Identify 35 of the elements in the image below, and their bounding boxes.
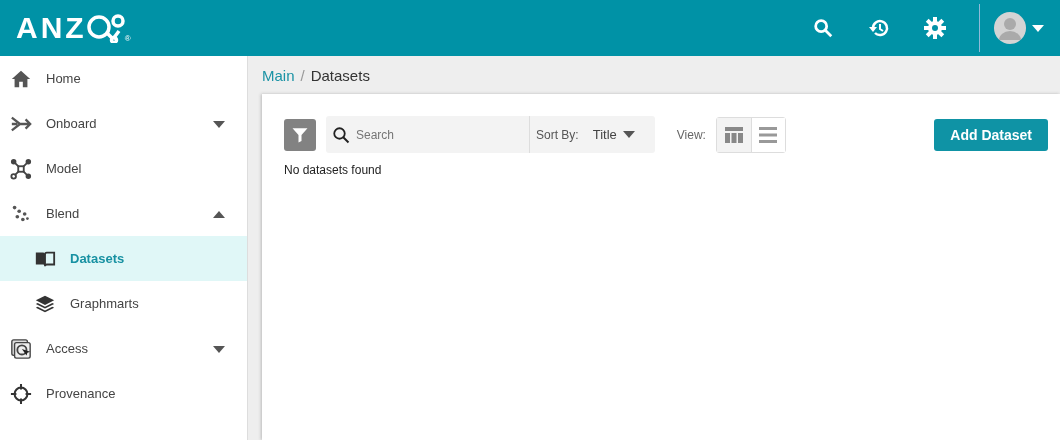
sidebar-item[interactable]: Access <box>0 326 247 371</box>
sidebar-item[interactable]: Graphmarts <box>0 281 247 326</box>
sidebar-item[interactable]: Home <box>0 56 247 101</box>
empty-message: No datasets found <box>284 163 383 177</box>
breadcrumb-separator: / <box>300 66 305 84</box>
caret-icon <box>622 131 635 138</box>
list-view-button[interactable] <box>750 117 785 152</box>
caret-icon <box>213 211 225 218</box>
caret-icon <box>213 121 225 128</box>
caret-icon <box>1032 24 1044 32</box>
grid-view-icon <box>724 126 743 143</box>
search-icon <box>332 126 350 144</box>
search-field[interactable]: Search <box>326 116 530 153</box>
sort-label: Sort By: <box>536 127 579 142</box>
view-label: View: <box>676 127 706 142</box>
model-icon <box>10 157 32 180</box>
breadcrumb-current: Datasets <box>310 66 370 84</box>
list-view-icon <box>759 126 778 143</box>
target-icon <box>10 382 32 405</box>
registered-mark: ® <box>124 34 131 43</box>
sidebar-item[interactable]: Blend <box>0 191 247 236</box>
caret-icon <box>213 346 225 353</box>
logo-mark-icon <box>86 13 127 43</box>
logo-text: ANZ <box>16 13 87 43</box>
grid-view-button[interactable] <box>716 117 751 152</box>
filter-icon <box>291 125 309 144</box>
sidebar-item[interactable]: Provenance <box>0 371 247 416</box>
sidebar-item[interactable]: Onboard <box>0 101 247 146</box>
add-dataset-button[interactable]: Add Dataset <box>934 118 1048 151</box>
search-icon <box>812 17 834 39</box>
sidebar-item[interactable]: Model <box>0 146 247 191</box>
sort-dropdown[interactable]: Title <box>592 127 635 142</box>
avatar-icon[interactable] <box>994 12 1026 44</box>
filter-button[interactable] <box>284 118 316 151</box>
access-icon <box>10 337 32 360</box>
